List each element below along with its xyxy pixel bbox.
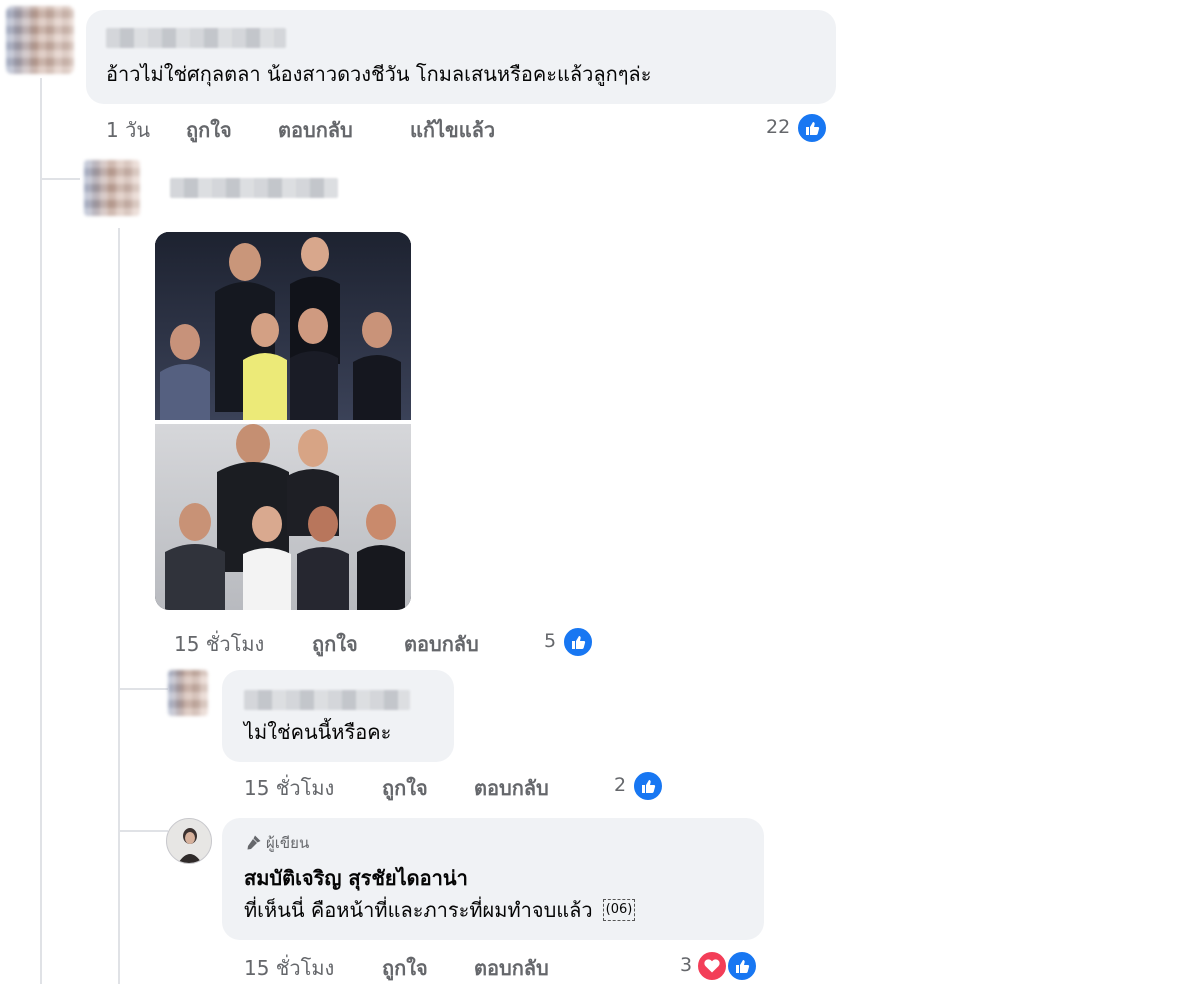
thread-line-branch-3 <box>118 830 168 832</box>
reaction-count[interactable]: 22 <box>766 116 790 138</box>
like-link[interactable]: ถูกใจ <box>312 628 358 660</box>
comment-time[interactable]: 15 ชั่วโมง <box>244 952 334 984</box>
author-name[interactable]: สมบัติเจริญ สุรชัยไดอาน่า <box>244 864 468 892</box>
thread-line-main <box>40 78 42 984</box>
commenter-name-blurred[interactable] <box>106 28 286 48</box>
avatar[interactable] <box>168 670 208 716</box>
like-icon[interactable] <box>632 770 664 802</box>
microphone-icon <box>244 834 262 852</box>
edited-label: แก้ไขแล้ว <box>410 118 496 142</box>
comment-time[interactable]: 1 วัน <box>106 114 150 146</box>
comment-text-row: ที่เห็นนี่ คือหน้าที่และภาระที่ผมทำจบแล้… <box>244 896 636 924</box>
like-icon[interactable] <box>726 950 758 982</box>
comment-bubble: ไม่ใช่คนนี้หรือคะ <box>222 670 454 762</box>
reaction-count[interactable]: 2 <box>614 774 626 796</box>
comment-text: ไม่ใช่คนนี้หรือคะ <box>244 720 392 744</box>
like-link[interactable]: ถูกใจ <box>186 114 232 146</box>
avatar[interactable] <box>6 6 74 74</box>
commenter-name-blurred[interactable] <box>170 178 338 198</box>
thread-line-branch-1 <box>40 178 80 180</box>
reply-link[interactable]: ตอบกลับ <box>278 114 353 146</box>
comment-time[interactable]: 15 ชั่วโมง <box>244 772 334 804</box>
emoji-box: (06) <box>602 899 636 921</box>
reply-link[interactable]: ตอบกลับ <box>474 772 549 804</box>
reaction-count[interactable]: 5 <box>544 630 556 652</box>
comment-bubble: ผู้เขียน สมบัติเจริญ สุรชัยไดอาน่า ที่เห… <box>222 818 764 940</box>
comment-time[interactable]: 15 ชั่วโมง <box>174 628 264 660</box>
comment-text: ที่เห็นนี่ คือหน้าที่และภาระที่ผมทำจบแล้… <box>244 898 593 922</box>
like-icon[interactable] <box>796 112 828 144</box>
commenter-name-blurred[interactable] <box>244 690 410 710</box>
love-icon[interactable] <box>696 950 728 982</box>
photo-collage[interactable] <box>155 232 411 610</box>
comment-bubble: อ้าวไม่ใช่ศกุลตลา น้องสาวดวงชีวัน โกมลเส… <box>86 10 836 104</box>
author-badge-label: ผู้เขียน <box>266 834 310 852</box>
author-avatar[interactable] <box>166 818 212 864</box>
avatar[interactable] <box>84 160 140 216</box>
reply-link[interactable]: ตอบกลับ <box>404 628 479 660</box>
author-badge: ผู้เขียน <box>244 832 309 854</box>
photo-collage-image <box>155 232 411 610</box>
comment-text: อ้าวไม่ใช่ศกุลตลา น้องสาวดวงชีวัน โกมลเส… <box>106 62 652 86</box>
thread-line-sub <box>118 228 120 984</box>
thread-line-branch-2 <box>118 688 168 690</box>
author-avatar-image <box>167 819 211 863</box>
reaction-count[interactable]: 3 <box>680 954 692 976</box>
like-icon[interactable] <box>562 626 594 658</box>
like-link[interactable]: ถูกใจ <box>382 952 428 984</box>
reply-link[interactable]: ตอบกลับ <box>474 952 549 984</box>
like-link[interactable]: ถูกใจ <box>382 772 428 804</box>
